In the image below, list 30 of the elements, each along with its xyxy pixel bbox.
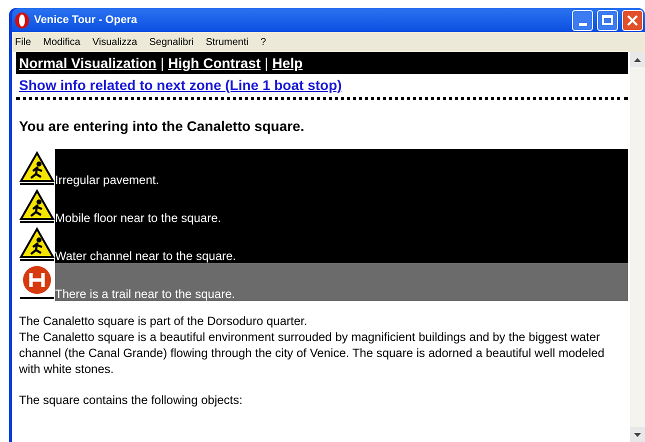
- maximize-button[interactable]: [597, 10, 618, 30]
- menu-item[interactable]: Segnalibri: [149, 35, 194, 50]
- scroll-down-button[interactable]: [630, 427, 645, 442]
- caret-down-icon: [634, 432, 641, 436]
- caret-up-icon: [634, 58, 641, 62]
- page-heading: You are entering into the Canaletto square.: [18, 117, 306, 135]
- alert-text: There is a trail near to the square.: [55, 287, 236, 301]
- menu-item[interactable]: Strumenti: [206, 35, 248, 50]
- alert-text: Water channel near to the square.: [55, 249, 236, 263]
- description-text: The square contains the following objects:: [19, 392, 244, 408]
- close-button[interactable]: [622, 10, 643, 30]
- alert-text: Irregular pavement.: [55, 173, 160, 187]
- window-title: Venice Tour - Opera: [34, 12, 138, 28]
- menu-item[interactable]: Visualizza: [92, 35, 138, 50]
- menu-item[interactable]: File: [15, 35, 32, 50]
- nav-link[interactable]: Normal Visualization: [19, 52, 156, 74]
- next-zone-link[interactable]: Show info related to next zone (Line 1 boat stop): [16, 76, 628, 94]
- separator-text: |: [264, 54, 268, 73]
- nav-link[interactable]: High Contrast: [168, 52, 261, 74]
- app-logo-icon: [14, 12, 30, 28]
- alert-text: Mobile floor near to the square.: [55, 211, 222, 225]
- nav-link[interactable]: Help: [272, 52, 303, 74]
- minimize-button[interactable]: [572, 10, 593, 30]
- scroll-up-button[interactable]: [630, 52, 645, 67]
- menu-item[interactable]: Modifica: [43, 35, 80, 50]
- description-text: The Canaletto square is part of the Dorsoduro quarter. The Canaletto square is a beautiful environment surrouded by magnificient buildings and by the biggest water channel (the Canal Grande) flowing through the city of Venice. The square is adorned a beautiful well modeled with white stones.: [19, 313, 606, 377]
- scrollbar[interactable]: [630, 52, 645, 442]
- close-icon: [627, 14, 638, 26]
- separator-text: |: [160, 54, 164, 73]
- menu-item[interactable]: ?: [260, 35, 266, 50]
